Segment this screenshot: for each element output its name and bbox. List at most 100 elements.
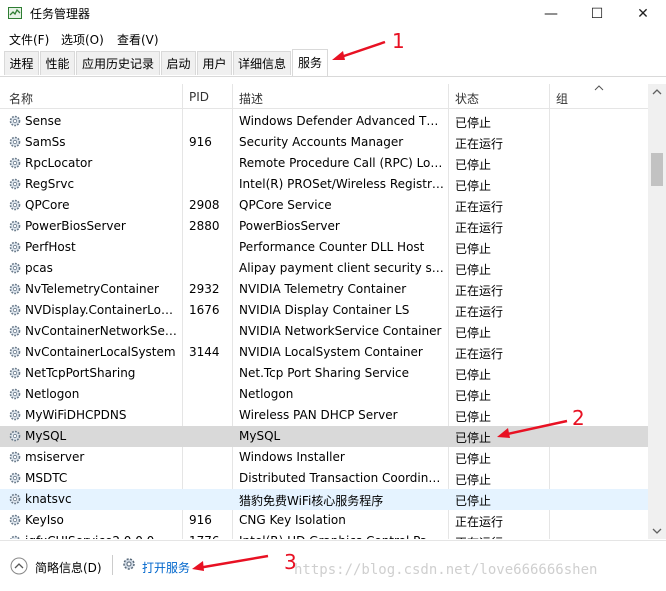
table-row[interactable]: igfxCUIService2.0.0.0 1776 Intel(R) HD Gra… [0, 531, 648, 539]
tab-processes[interactable]: 进程 [4, 51, 39, 75]
table-row[interactable]: PerfHost Performance Counter DLL Host 已停止 [0, 237, 648, 258]
service-gear-icon [8, 513, 22, 527]
service-gear-icon [8, 156, 22, 170]
maximize-button[interactable]: ☐ [574, 0, 620, 28]
title-bar: 任务管理器 — ☐ ✕ [0, 0, 666, 28]
table-row[interactable]: RegSrvc Intel(R) PROSet/Wireless Registry… [0, 174, 648, 195]
service-name: NetTcpPortSharing [25, 366, 136, 380]
service-gear-icon [8, 261, 22, 275]
table-row[interactable]: MSDTC Distributed Transaction Coordina...… [0, 468, 648, 489]
service-status: 正在运行 [455, 137, 504, 151]
tab-details[interactable]: 详细信息 [233, 51, 291, 75]
service-name: RegSrvc [25, 177, 75, 191]
column-description[interactable]: 描述 [239, 90, 263, 107]
tab-app-history[interactable]: 应用历史记录 [76, 51, 160, 75]
service-gear-icon [8, 345, 22, 359]
sort-up-icon [594, 85, 604, 91]
service-description: PowerBiosServer [239, 219, 340, 233]
vertical-scrollbar[interactable] [648, 84, 666, 539]
service-gear-icon [8, 387, 22, 401]
service-gear-icon [8, 177, 22, 191]
scroll-down-icon[interactable] [652, 528, 662, 534]
annotation-arrow-3 [192, 554, 269, 571]
table-row[interactable]: msiserver Windows Installer 已停止 [0, 447, 648, 468]
minimize-button[interactable]: — [528, 0, 574, 28]
service-name: MyWiFiDHCPDNS [25, 408, 127, 422]
service-name: KeyIso [25, 513, 64, 527]
service-gear-icon [8, 198, 22, 212]
column-pid[interactable]: PID [189, 90, 209, 104]
service-status: 已停止 [455, 116, 492, 130]
close-button[interactable]: ✕ [620, 0, 666, 28]
table-row[interactable]: NvContainerNetworkSer... NVIDIA NetworkSe… [0, 321, 648, 342]
table-row[interactable]: Netlogon Netlogon 已停止 [0, 384, 648, 405]
service-name: msiserver [25, 450, 85, 464]
table-row[interactable]: SamSs 916 Security Accounts Manager 正在运行 [0, 132, 648, 153]
service-gear-icon [8, 471, 22, 485]
open-services-link[interactable]: 打开服务 [142, 559, 190, 576]
service-name: knatsvc [25, 492, 72, 506]
table-row[interactable]: RpcLocator Remote Procedure Call (RPC) Lo… [0, 153, 648, 174]
service-name: MySQL [25, 429, 67, 443]
annotation-arrow-1 [332, 40, 386, 60]
service-gear-icon [8, 429, 22, 443]
column-name[interactable]: 名称 [9, 90, 33, 107]
service-description: NVIDIA NetworkService Container [239, 324, 442, 338]
service-name: NvTelemetryContainer [25, 282, 159, 296]
scrollbar-thumb[interactable] [651, 153, 663, 186]
service-name: RpcLocator [25, 156, 93, 170]
table-row[interactable]: NvTelemetryContainer 2932 NVIDIA Telemetry… [0, 279, 648, 300]
menu-options[interactable]: 选项(O) [61, 31, 104, 48]
service-status: 已停止 [455, 452, 492, 466]
column-group[interactable]: 组 [556, 90, 568, 107]
table-row[interactable]: KeyIso 916 CNG Key Isolation 正在运行 [0, 510, 648, 531]
table-row[interactable]: NVDisplay.ContainerLoc... 1676 NVIDIA Disp… [0, 300, 648, 321]
service-description: Performance Counter DLL Host [239, 240, 425, 254]
service-gear-icon [8, 492, 22, 506]
service-name: QPCore [25, 198, 70, 212]
table-row[interactable]: Sense Windows Defender Advanced Th... 已停止 [0, 111, 648, 132]
brief-info-toggle[interactable]: 简略信息(D) [35, 559, 102, 576]
table-header: 名称 PID 描述 状态 组 [0, 84, 648, 109]
scroll-up-icon[interactable] [652, 89, 662, 95]
column-status[interactable]: 状态 [455, 90, 479, 107]
menu-file[interactable]: 文件(F) [9, 31, 49, 48]
service-pid: 2932 [189, 282, 220, 296]
service-gear-icon [8, 303, 22, 317]
service-description: Netlogon [239, 387, 294, 401]
service-name: pcas [25, 261, 53, 275]
service-name: PowerBiosServer [25, 219, 126, 233]
service-description: Security Accounts Manager [239, 135, 404, 149]
service-pid: 3144 [189, 345, 220, 359]
service-name: MSDTC [25, 471, 68, 485]
service-description: Intel(R) HD Graphics Control Pan... [239, 534, 444, 539]
tab-users[interactable]: 用户 [197, 51, 232, 75]
service-pid: 916 [189, 135, 212, 149]
service-name: NvContainerNetworkSer... [25, 324, 179, 338]
service-name: igfxCUIService2.0.0.0 [25, 534, 179, 539]
menu-view[interactable]: 查看(V) [117, 31, 159, 48]
table-row[interactable]: NetTcpPortSharing Net.Tcp Port Sharing Se… [0, 363, 648, 384]
table-row[interactable]: pcas Alipay payment client security ser..… [0, 258, 648, 279]
table-row[interactable]: QPCore 2908 QPCore Service 正在运行 [0, 195, 648, 216]
table-row[interactable]: PowerBiosServer 2880 PowerBiosServer 正在运行 [0, 216, 648, 237]
task-manager-icon [8, 7, 22, 19]
annotation-number-2: 2 [572, 406, 585, 430]
service-status: 已停止 [455, 494, 492, 508]
service-status: 已停止 [455, 179, 492, 193]
services-gear-icon [123, 558, 135, 570]
tab-performance[interactable]: 性能 [40, 51, 75, 75]
service-gear-icon [8, 324, 22, 338]
service-status: 已停止 [455, 263, 492, 277]
table-row[interactable]: NvContainerLocalSystem 3144 NVIDIA LocalSy… [0, 342, 648, 363]
tab-services[interactable]: 服务 [292, 49, 328, 76]
service-status: 正在运行 [455, 200, 504, 214]
service-description: CNG Key Isolation [239, 513, 346, 527]
tab-startup[interactable]: 启动 [161, 51, 196, 75]
collapse-icon[interactable] [10, 557, 28, 575]
service-name: Netlogon [25, 387, 80, 401]
annotation-arrow-2 [497, 419, 568, 438]
service-gear-icon [8, 408, 22, 422]
service-status: 正在运行 [455, 305, 504, 319]
table-row[interactable]: knatsvc 猎豹免费WiFi核心服务程序 已停止 [0, 489, 648, 510]
